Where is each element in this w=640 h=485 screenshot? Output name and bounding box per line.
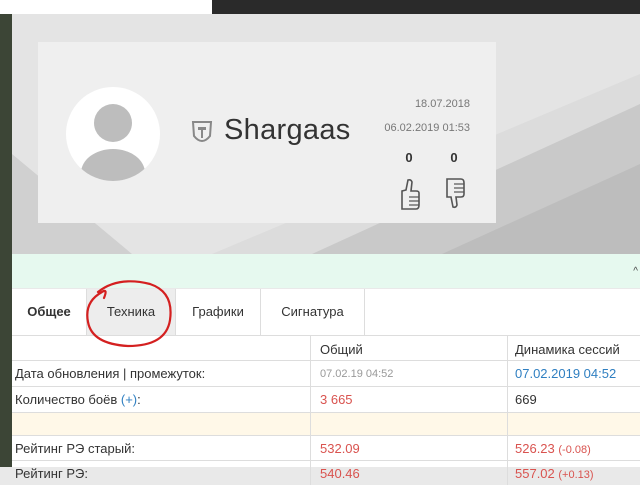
tab-general[interactable]: Общее [12,289,87,335]
session-value: 526.23 [515,441,555,456]
session-delta: (-0.08) [558,444,591,456]
row-label-suffix: : [137,392,141,407]
username[interactable]: Shargaas [224,114,351,147]
session-value-group: 526.23 (-0.08) [515,441,591,456]
notice-arrow[interactable]: ^ [633,266,638,277]
tab-signature[interactable]: Сигнатура [261,289,365,335]
profile-card: Shargaas 18.07.2018 06.02.2019 01:53 0 0 [38,42,496,223]
table-row: Рейтинг РЭ старый: 532.09 526.23 (-0.08) [12,436,640,461]
last-battle-date: 06.02.2019 01:53 [384,122,470,134]
tank-icon [191,121,213,142]
table-row-separator [12,413,640,436]
total-value: 07.02.19 04:52 [320,368,394,380]
total-value: 540.46 [320,466,360,481]
row-label-text: Количество боёв [15,392,118,407]
row-label: Рейтинг РЭ: [15,466,88,481]
table-row: Рейтинг РЭ: 540.46 557.02 (+0.13) [12,461,640,485]
session-value: 557.02 [515,466,555,481]
column-header-total: Общий [320,342,363,357]
tab-charts[interactable]: Графики [176,289,261,335]
session-delta: (+0.13) [558,469,594,481]
session-value-group: 557.02 (+0.13) [515,466,594,481]
table-row: Дата обновления | промежуток: 07.02.19 0… [12,361,640,387]
session-value[interactable]: 07.02.2019 04:52 [515,366,616,381]
total-value: 3 665 [320,392,353,407]
tab-vehicles[interactable]: Техника [87,289,176,335]
left-background-strip [0,14,12,467]
column-header-session: Динамика сессий [515,342,620,357]
likes-count: 0 [405,150,413,165]
row-label: Рейтинг РЭ старый: [15,441,135,456]
dislikes-count: 0 [450,150,458,165]
notice-bar: ^ [12,254,640,288]
row-label: Количество боёв (+): [15,392,141,407]
total-value: 532.09 [320,441,360,456]
add-battles-link[interactable]: (+) [121,392,137,407]
stats-table: Общий Динамика сессий Дата обновления | … [12,336,640,485]
registration-date: 18.07.2018 [414,98,470,110]
session-value: 669 [515,392,537,407]
top-banner-image [212,0,640,14]
tabs-bar: Общее Техника Графики Сигнатура [12,289,640,336]
thumbs-up-icon[interactable] [397,177,421,211]
table-header: Общий Динамика сессий [12,336,640,361]
thumbs-down-icon[interactable] [442,177,466,211]
default-avatar-icon[interactable] [66,87,160,181]
profile-header: Shargaas 18.07.2018 06.02.2019 01:53 0 0 [12,14,640,254]
table-row: Количество боёв (+): 3 665 669 [12,387,640,413]
row-label: Дата обновления | промежуток: [15,366,206,381]
